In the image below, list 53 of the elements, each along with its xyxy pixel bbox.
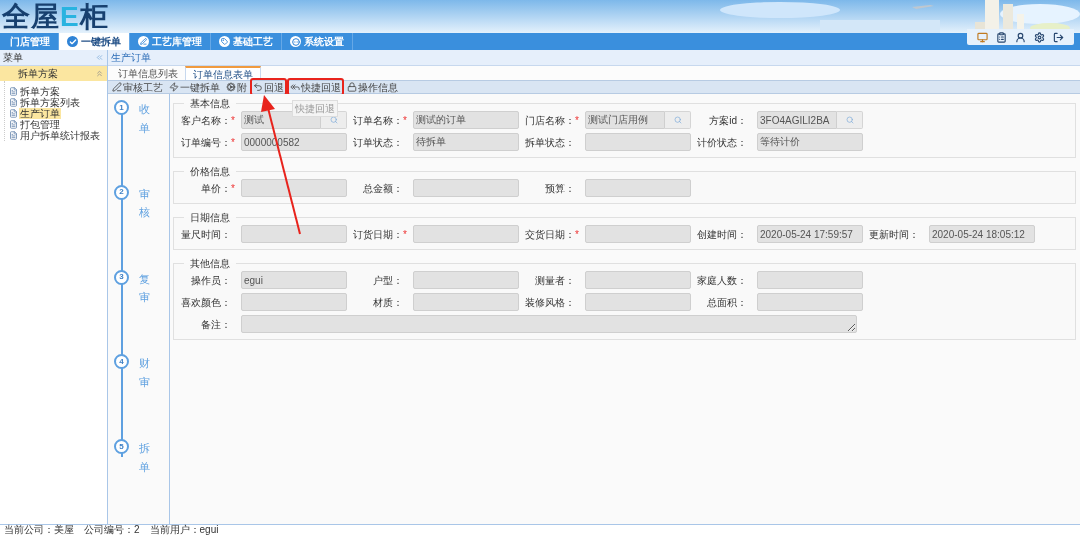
section-title: 其他信息 (189, 257, 231, 271)
section-title: 基本信息 (189, 97, 231, 111)
required-mark: * (403, 113, 408, 128)
field-label: 创建时间： (697, 227, 747, 242)
section-title: 日期信息 (189, 211, 231, 225)
step-number: 5 (114, 439, 129, 455)
required-mark: * (231, 135, 236, 150)
field-label: 订单名称： (353, 113, 403, 128)
required-mark: * (403, 227, 408, 242)
field-label: 量尺时间： (181, 227, 231, 242)
required-mark: * (231, 181, 236, 196)
field-label: 装修风格： (525, 295, 575, 310)
field-label: 订单编号： (181, 135, 231, 150)
field-label: 拆单状态： (525, 135, 575, 150)
field-label: 操作员： (191, 273, 231, 288)
required-mark: * (575, 113, 580, 128)
step-label: 拆单 (139, 441, 150, 475)
field-label: 总金额： (363, 181, 403, 196)
breadcrumb: 生产订单 (111, 51, 151, 65)
field-label: 交货日期： (525, 227, 575, 242)
field-label: 备注： (201, 317, 231, 332)
field-label: 计价状态： (697, 135, 747, 150)
field-label: 客户名称： (181, 113, 231, 128)
required-mark: * (575, 227, 580, 242)
field-label: 预算： (545, 181, 575, 196)
step-number: 1 (114, 100, 129, 115)
field-label: 材质： (373, 295, 403, 310)
field-label: 户型： (373, 273, 403, 288)
step-label: 收单 (139, 102, 150, 136)
field-label: 家庭人数： (697, 273, 747, 288)
field-label: 单价： (201, 181, 231, 196)
step-number: 2 (114, 184, 129, 200)
field-label: 门店名称： (525, 113, 575, 128)
required-mark: * (231, 113, 236, 128)
step-number: 3 (114, 269, 129, 285)
step-number: 4 (114, 354, 129, 370)
field-label: 更新时间： (869, 227, 919, 242)
field-label: 方案id： (709, 113, 747, 128)
step-label: 财审 (139, 356, 150, 391)
status-text: 当前用户：egui (149, 525, 219, 535)
field-label: 订货日期： (353, 227, 403, 242)
sidebar-title: 菜单 (3, 51, 23, 65)
field-label: 订单状态： (353, 135, 403, 150)
field-label: 喜欢颜色： (181, 295, 231, 310)
logo: 全屋E柜 (2, 2, 109, 31)
field-label: 测量者： (535, 273, 575, 288)
section-title: 价格信息 (189, 165, 231, 179)
tooltip: 快捷回退 (292, 100, 338, 117)
status-text: 公司编号：2 (84, 525, 140, 535)
step-label: 审核 (139, 186, 150, 221)
field-label: 总面积： (707, 295, 747, 310)
step-label: 复审 (139, 271, 150, 306)
status-text: 当前公司：美屋 (4, 525, 74, 535)
